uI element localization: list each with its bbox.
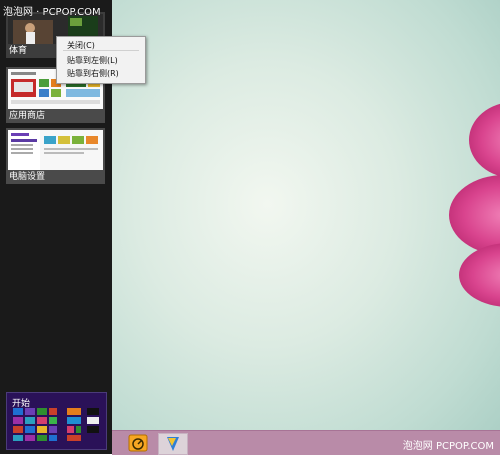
menu-item-snap-right[interactable]: 贴靠到右侧(R) bbox=[67, 68, 119, 79]
menu-separator bbox=[63, 50, 139, 51]
watermark-top-left: 泡泡网 · PCPOP.COM bbox=[3, 7, 101, 18]
flower-image bbox=[449, 103, 500, 307]
start-screen-thumbnail bbox=[13, 408, 99, 441]
switcher-app-pc-settings[interactable]: 电脑设置 bbox=[6, 128, 105, 184]
taskbar: 泡泡网 PCPOP.COM bbox=[112, 430, 500, 455]
app-label-sports: 体育 bbox=[9, 46, 28, 56]
file-explorer-taskbar-button[interactable] bbox=[158, 433, 188, 455]
pc-settings-thumbnail bbox=[8, 130, 103, 170]
start-screen-tile[interactable]: 开始 bbox=[6, 392, 107, 450]
internet-explorer-icon bbox=[128, 434, 148, 452]
file-explorer-icon bbox=[167, 437, 179, 451]
app-context-menu: 关闭(C) 贴靠到左侧(L) 贴靠到右侧(R) bbox=[56, 36, 146, 84]
watermark-bottom-right: 泡泡网 PCPOP.COM bbox=[402, 441, 494, 452]
app-label-store: 应用商店 bbox=[9, 111, 46, 121]
app-label-pc-settings: 电脑设置 bbox=[9, 172, 46, 182]
desktop-background bbox=[112, 0, 500, 454]
menu-item-snap-left[interactable]: 贴靠到左侧(L) bbox=[67, 55, 118, 66]
internet-explorer-taskbar-button[interactable] bbox=[124, 433, 152, 453]
